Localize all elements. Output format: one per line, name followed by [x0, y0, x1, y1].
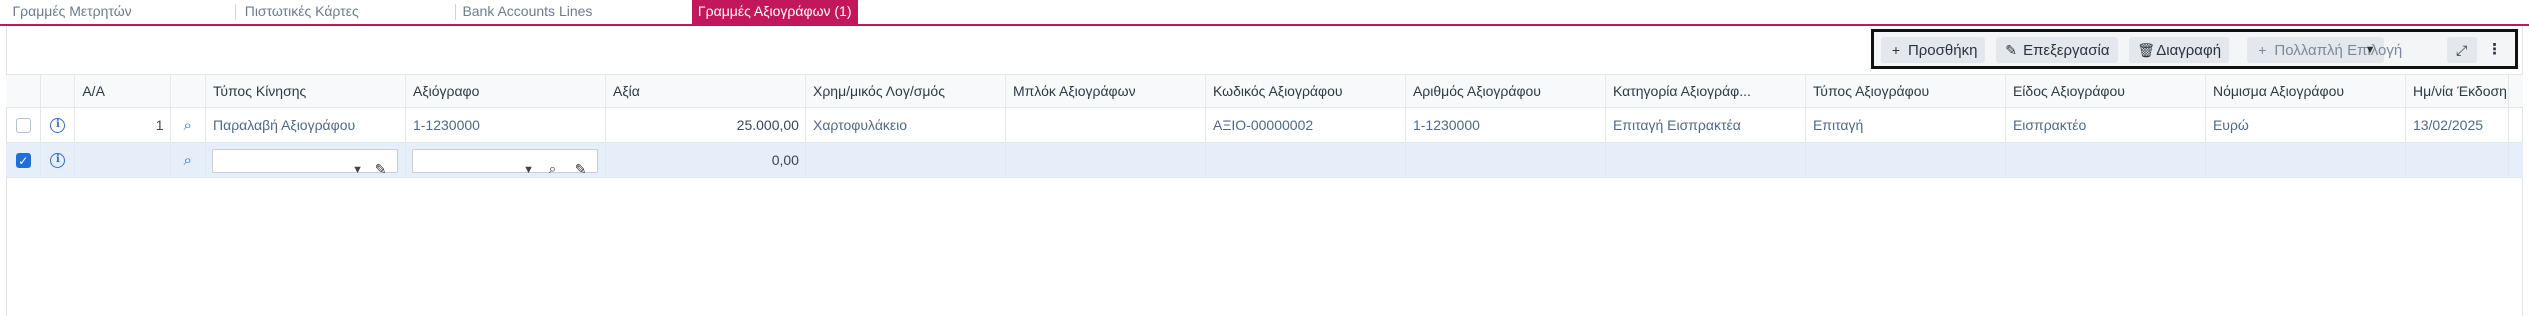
cell-number[interactable]	[1406, 143, 1606, 177]
header-value[interactable]: Αξία	[606, 75, 806, 108]
cell-account[interactable]	[806, 143, 1006, 177]
header-type[interactable]: Τύπος Αξιογράφου	[1806, 75, 2006, 108]
search-icon[interactable]: ⌕	[549, 152, 556, 177]
expand-button[interactable]: ⤢	[2446, 37, 2477, 63]
checkbox[interactable]	[15, 117, 31, 133]
header-info	[41, 75, 76, 108]
checkbox-checked[interactable]: ✓	[15, 152, 31, 168]
tab-bank-accounts-lines[interactable]: Bank Accounts Lines	[456, 0, 598, 24]
expand-icon: ⤢	[2456, 42, 2468, 58]
row-search[interactable]: ⌕	[171, 143, 206, 177]
cell-block[interactable]	[1006, 143, 1206, 177]
header-movement-type[interactable]: Τύπος Κίνησης	[206, 75, 406, 108]
cell-movement-type[interactable]: Παραλαβή Αξιογράφου	[206, 108, 406, 142]
table-row[interactable]: i 1 ⌕ Παραλαβή Αξιογράφου 1-1230000 25.0…	[6, 108, 2523, 143]
grid-header: Α/Α Τύπος Κίνησης Αξιόγραφο Αξία Χρημ/μι…	[6, 74, 2523, 108]
pencil-icon: ✎	[2005, 42, 2017, 58]
search-icon[interactable]: ⌕	[184, 117, 192, 134]
row-info[interactable]: i	[41, 108, 76, 142]
cell-code[interactable]: ΑΞΙΟ-00000002	[1206, 108, 1406, 142]
chevron-down-icon: ▼	[2364, 44, 2376, 56]
pencil-icon[interactable]: ✎	[375, 152, 387, 177]
cell-type[interactable]: Επιταγή	[1806, 108, 2006, 142]
multi-select-button[interactable]: + Πολλαπλή Επιλογή ▼	[2247, 37, 2402, 63]
pencil-icon[interactable]: ✎	[575, 152, 587, 177]
trash-icon: 🗑	[2137, 42, 2156, 58]
header-search	[171, 75, 206, 108]
cell-block[interactable]	[1006, 108, 1206, 142]
cell-cheque-editor: ▼ ⌕ ✎	[406, 143, 606, 177]
add-button[interactable]: + Προσθήκη	[1880, 37, 1986, 63]
grid-toolbar: + Προσθήκη ✎ Επεξεργασία 🗑Διαγραφή + Πολλαπ…	[1870, 29, 2518, 69]
header-category[interactable]: Κατηγορία Αξιογράφ...	[1606, 75, 1806, 108]
row-select[interactable]: ✓	[6, 143, 42, 177]
more-options-button[interactable]: ⋮	[2481, 37, 2509, 63]
row-info[interactable]: i	[41, 143, 76, 177]
header-block[interactable]: Μπλόκ Αξιογράφων	[1006, 75, 1206, 108]
header-select	[6, 75, 42, 108]
header-code[interactable]: Κωδικός Αξιογράφου	[1206, 75, 1406, 108]
edit-button[interactable]: ✎ Επεξεργασία	[1996, 37, 2118, 63]
tab-divider	[235, 4, 237, 20]
movement-type-select[interactable]: ▼ ✎	[212, 149, 398, 177]
edit-button-label: Επεξεργασία	[2023, 42, 2110, 59]
chevron-down-icon[interactable]: ▼	[523, 153, 534, 177]
cell-number[interactable]: 1-1230000	[1406, 108, 1606, 142]
tab-cheque-lines[interactable]: Γραμμές Αξιογράφων (1)	[691, 0, 858, 24]
header-currency[interactable]: Νόμισμα Αξιογράφου	[2206, 75, 2406, 108]
cell-account[interactable]: Χαρτοφυλάκειο	[806, 108, 1006, 142]
header-number[interactable]: Αριθμός Αξιογράφου	[1406, 75, 1606, 108]
row-search[interactable]: ⌕	[171, 108, 206, 142]
cell-aa: 1	[75, 108, 171, 142]
cheque-select[interactable]: ▼ ⌕ ✎	[412, 149, 598, 177]
cell-category[interactable]	[1606, 143, 1806, 177]
cell-value[interactable]: 0,00	[606, 143, 806, 177]
cell-kind[interactable]	[2006, 143, 2206, 177]
cell-code[interactable]	[1206, 143, 1406, 177]
delete-button-label: Διαγραφή	[2156, 42, 2222, 59]
multi-select-label: Πολλαπλή Επιλογή	[2274, 42, 2403, 59]
delete-button[interactable]: 🗑Διαγραφή	[2129, 37, 2230, 63]
cell-aa	[75, 143, 171, 177]
header-aa[interactable]: Α/Α	[75, 75, 171, 108]
plus-icon: +	[1891, 42, 1901, 58]
tab-credit-cards[interactable]: Πιστωτικές Κάρτες	[239, 0, 365, 24]
header-kind[interactable]: Είδος Αξιογράφου	[2006, 75, 2206, 108]
cell-currency[interactable]	[2206, 143, 2406, 177]
add-button-label: Προσθήκη	[1907, 42, 1978, 59]
row-select[interactable]	[6, 108, 42, 142]
cell-cheque[interactable]: 1-1230000	[406, 108, 606, 142]
cell-type[interactable]	[1806, 143, 2006, 177]
cell-issue-date	[2406, 143, 2510, 177]
tab-meter-lines[interactable]: Γραμμές Μετρητών	[6, 0, 137, 24]
search-icon[interactable]: ⌕	[184, 152, 192, 169]
info-icon[interactable]: i	[50, 152, 66, 168]
cell-currency[interactable]: Ευρώ	[2206, 108, 2406, 142]
header-cheque[interactable]: Αξιόγραφο	[406, 75, 606, 108]
tab-bar: Γραμμές Μετρητών Πιστωτικές Κάρτες Bank …	[0, 0, 2529, 26]
cell-issue-date: 13/02/2025	[2406, 108, 2510, 142]
info-icon[interactable]: i	[50, 117, 66, 133]
table-row-editing[interactable]: ✓ i ⌕ ▼ ✎ ▼ ⌕ ✎ 0,00	[6, 143, 2523, 178]
kebab-menu-icon: ⋮	[2487, 41, 2503, 58]
chevron-down-icon[interactable]: ▼	[352, 153, 363, 177]
cell-kind[interactable]: Εισπρακτέο	[2006, 108, 2206, 142]
header-issue-date[interactable]: Ημ/νία Έκδοση	[2406, 75, 2510, 108]
cell-value: 25.000,00	[606, 108, 806, 142]
cell-movement-type-editor: ▼ ✎	[206, 143, 406, 177]
plus-icon: +	[2258, 42, 2267, 58]
cell-category[interactable]: Επιταγή Εισπρακτέα	[1606, 108, 1806, 142]
header-account[interactable]: Χρημ/μικός Λογ/σμός	[806, 75, 1006, 108]
